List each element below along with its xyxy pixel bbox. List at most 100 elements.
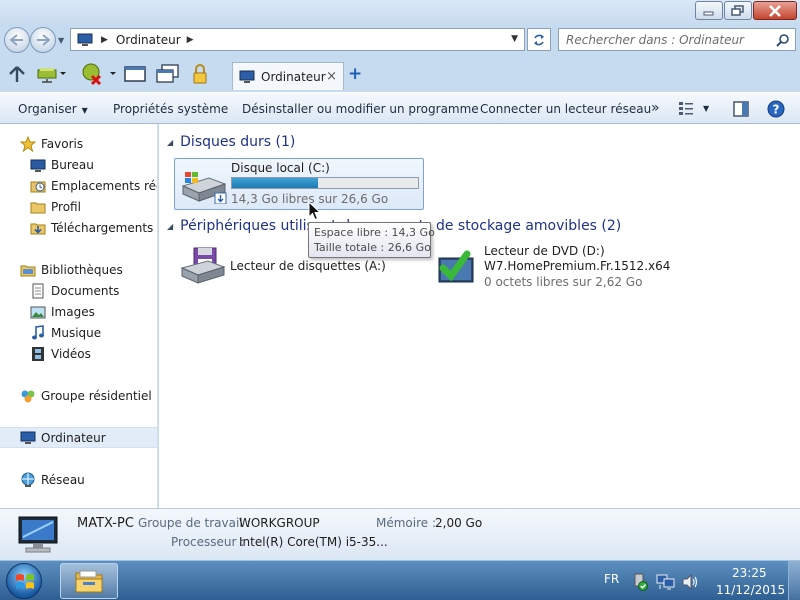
title-bar[interactable] bbox=[0, 0, 800, 24]
taskbar-explorer-button[interactable] bbox=[60, 563, 118, 599]
tooltip-free-space: Espace libre : 14,3 Go bbox=[314, 226, 435, 239]
add-tab-button[interactable]: + bbox=[348, 66, 362, 83]
map-network-drive-command[interactable]: Connecter un lecteur réseau bbox=[480, 102, 651, 116]
collapse-triangle-icon[interactable]: ◢ bbox=[167, 138, 173, 147]
sidebar-item-videos[interactable]: Vidéos bbox=[0, 343, 157, 364]
processor-label: Processeur : bbox=[171, 535, 245, 549]
clock-time[interactable]: 23:25 bbox=[732, 566, 767, 580]
drive-dvd-d[interactable]: Lecteur de DVD (D:) W7.HomePremium.Fr.15… bbox=[437, 242, 687, 294]
layout-dual-pane-button[interactable] bbox=[156, 62, 180, 86]
up-arrow-icon bbox=[9, 66, 25, 82]
help-button[interactable]: ? bbox=[767, 100, 785, 121]
lock-button[interactable] bbox=[192, 62, 208, 86]
music-note-icon bbox=[32, 324, 44, 339]
sidebar-item-music[interactable]: Musique bbox=[0, 322, 157, 343]
organize-button[interactable]: Organiser ▼ bbox=[18, 102, 88, 116]
restore-icon bbox=[731, 4, 744, 16]
computer-icon bbox=[20, 431, 36, 444]
change-view-button[interactable] bbox=[678, 101, 694, 118]
restore-button[interactable] bbox=[724, 1, 752, 20]
search-icon[interactable] bbox=[776, 33, 790, 47]
homegroup-icon bbox=[21, 390, 35, 402]
usb-safely-remove-icon[interactable] bbox=[632, 573, 650, 591]
disconnect-drive-button[interactable] bbox=[80, 62, 118, 86]
back-arrow-icon bbox=[10, 34, 23, 46]
sidebar-item-profile[interactable]: Profil bbox=[0, 196, 157, 217]
search-placeholder: Rechercher dans : Ordinateur bbox=[566, 32, 744, 47]
network-drive-icon bbox=[37, 68, 66, 83]
address-dropdown-chevron-icon[interactable]: ▼ bbox=[511, 34, 518, 44]
dvd-drive-icon bbox=[438, 250, 474, 283]
computer-icon bbox=[239, 70, 255, 83]
mouse-cursor-icon bbox=[308, 201, 321, 221]
sidebar-item-homegroup[interactable]: Groupe résidentiel bbox=[0, 385, 157, 406]
desktop-icon bbox=[30, 159, 46, 172]
drive-local-c[interactable]: Disque local (C:) 14,3 Go libres sur 26,… bbox=[174, 158, 424, 210]
start-button[interactable] bbox=[6, 563, 42, 599]
system-properties-button[interactable]: Propriétés système bbox=[113, 102, 228, 116]
back-button[interactable] bbox=[4, 27, 30, 53]
sidebar-item-computer[interactable]: Ordinateur bbox=[0, 427, 157, 448]
drive-c-usage-bar bbox=[231, 177, 419, 189]
sidebar-item-downloads[interactable]: Téléchargements bbox=[0, 217, 157, 238]
details-pane: MATX-PC Groupe de travail : WORKGROUP Mé… bbox=[0, 508, 800, 560]
more-commands-button[interactable]: » bbox=[651, 100, 660, 116]
language-indicator[interactable]: FR bbox=[604, 572, 619, 586]
drive-tooltip: Espace libre : 14,3 Go Taille totale : 2… bbox=[308, 222, 435, 258]
address-bar[interactable]: ▶ Ordinateur ▶ ▼ bbox=[70, 28, 525, 51]
sidebar-item-libraries[interactable]: Bibliothèques bbox=[0, 259, 157, 280]
sidebar-item-favorites[interactable]: Favoris bbox=[0, 133, 157, 154]
map-network-drive-button[interactable] bbox=[36, 62, 66, 86]
folder-icon bbox=[30, 202, 46, 213]
recent-places-icon bbox=[30, 181, 46, 192]
close-button[interactable] bbox=[753, 1, 797, 20]
sidebar-item-recent-places[interactable]: Emplacements récents bbox=[0, 175, 157, 196]
refresh-icon bbox=[534, 34, 544, 45]
breadcrumb-separator-icon[interactable]: ▶ bbox=[101, 35, 108, 45]
sidebar-item-network[interactable]: Réseau bbox=[0, 469, 157, 490]
recent-pages-chevron-icon[interactable]: ▼ bbox=[58, 36, 64, 45]
show-desktop-button[interactable] bbox=[788, 561, 800, 600]
command-bar: Organiser ▼ Propriétés système Désinstall… bbox=[0, 92, 800, 124]
memory-value: 2,00 Go bbox=[435, 516, 483, 530]
sidebar-item-documents[interactable]: Documents bbox=[0, 280, 157, 301]
layout-single-pane-button[interactable] bbox=[124, 62, 146, 86]
up-button[interactable] bbox=[8, 62, 26, 86]
uninstall-program-button[interactable]: Désinstaller ou modifier un programme bbox=[242, 102, 479, 116]
help-icon: ? bbox=[767, 100, 785, 118]
search-input[interactable]: Rechercher dans : Ordinateur bbox=[558, 28, 796, 51]
address-row: ▼ ▶ Ordinateur ▶ ▼ Rechercher dans : Ord… bbox=[0, 24, 800, 56]
drive-c-usage-fill bbox=[232, 178, 318, 188]
windows-logo-icon bbox=[16, 574, 34, 589]
tab-close-icon[interactable]: × bbox=[326, 69, 337, 84]
network-status-icon[interactable] bbox=[656, 573, 676, 591]
group-hard-drives-label: Disques durs (1) bbox=[180, 134, 296, 150]
clock-date[interactable]: 11/12/2015 bbox=[716, 583, 785, 597]
workgroup-value: WORKGROUP bbox=[239, 516, 320, 530]
minimize-button[interactable] bbox=[695, 1, 723, 20]
volume-icon[interactable] bbox=[681, 573, 699, 591]
preview-pane-button[interactable] bbox=[733, 101, 749, 120]
window-controls bbox=[694, 1, 797, 20]
collapse-triangle-icon[interactable]: ◢ bbox=[167, 222, 173, 231]
lock-icon bbox=[193, 64, 207, 84]
forward-button[interactable] bbox=[30, 27, 56, 53]
tooltip-total-size: Taille totale : 26,6 Go bbox=[314, 241, 431, 254]
floppy-drive-icon bbox=[180, 247, 226, 284]
group-hard-drives[interactable]: ◢ Disques durs (1) bbox=[167, 134, 295, 150]
quick-toolbar: Ordinateur × + bbox=[0, 56, 800, 92]
organize-label: Organiser bbox=[18, 102, 77, 116]
tab-computer[interactable]: Ordinateur × bbox=[232, 62, 344, 90]
computer-icon bbox=[75, 29, 95, 50]
explorer-window: ▼ ▶ Ordinateur ▶ ▼ Rechercher dans : Ord… bbox=[0, 0, 800, 560]
downloads-icon bbox=[30, 223, 46, 234]
refresh-button[interactable] bbox=[527, 28, 551, 51]
content-pane: ◢ Disques durs (1) Disque local (C:) 14,… bbox=[159, 124, 800, 508]
minimize-icon bbox=[703, 11, 714, 15]
tab-label: Ordinateur bbox=[261, 69, 326, 84]
breadcrumb-separator-icon[interactable]: ▶ bbox=[187, 35, 194, 45]
breadcrumb-computer[interactable]: Ordinateur bbox=[116, 33, 181, 47]
view-chevron-down-icon[interactable]: ▼ bbox=[703, 104, 709, 113]
sidebar-item-desktop[interactable]: Bureau bbox=[0, 154, 157, 175]
sidebar-item-images[interactable]: Images bbox=[0, 301, 157, 322]
